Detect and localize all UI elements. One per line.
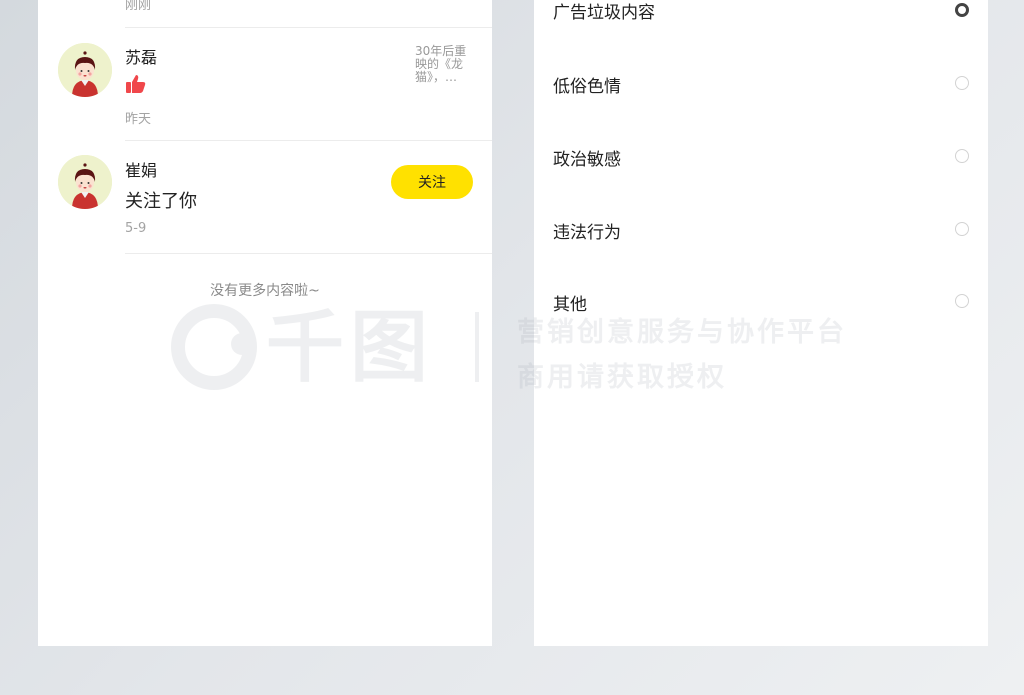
notification-list: 刚刚 苏磊 昨天 30年后重映的《龙猫》，… 崔娟 关注了你 5-9 关注 没有… — [38, 0, 492, 646]
row-divider — [125, 27, 492, 28]
report-options: 广告垃圾内容 低俗色情 政治敏感 违法行为 其他 — [534, 0, 988, 646]
report-option-other[interactable]: 其他 — [534, 290, 988, 330]
item-time: 5-9 — [125, 221, 147, 236]
item-time: 刚刚 — [125, 0, 152, 13]
report-option-vulgar[interactable]: 低俗色情 — [534, 72, 988, 112]
radio-button[interactable] — [955, 222, 969, 236]
row-divider — [125, 140, 492, 141]
item-time: 昨天 — [125, 112, 152, 127]
no-more-content: 没有更多内容啦~ — [210, 283, 320, 299]
avatar[interactable] — [58, 155, 112, 209]
report-option-ad[interactable]: 广告垃圾内容 — [534, 0, 988, 40]
avatar-illustration — [58, 155, 112, 209]
report-option-label: 低俗色情 — [553, 77, 621, 97]
avatar[interactable] — [58, 43, 112, 97]
report-option-illegal[interactable]: 违法行为 — [534, 218, 988, 258]
post-snippet[interactable]: 30年后重映的《龙猫》，… — [415, 45, 475, 84]
report-option-label: 违法行为 — [553, 223, 621, 243]
user-name[interactable]: 崔娟 — [125, 157, 157, 181]
radio-button[interactable] — [955, 76, 969, 90]
thumbs-up-icon — [125, 73, 147, 95]
report-option-political[interactable]: 政治敏感 — [534, 145, 988, 185]
row-divider — [125, 253, 492, 254]
radio-button[interactable] — [955, 294, 969, 308]
follow-button[interactable]: 关注 — [391, 165, 473, 199]
notification-message: 关注了你 — [125, 191, 197, 212]
avatar-illustration — [58, 43, 112, 97]
report-option-label: 广告垃圾内容 — [553, 3, 655, 23]
radio-button-selected[interactable] — [955, 3, 969, 17]
report-option-label: 其他 — [553, 295, 587, 315]
user-name[interactable]: 苏磊 — [125, 44, 157, 68]
radio-button[interactable] — [955, 149, 969, 163]
report-option-label: 政治敏感 — [553, 150, 621, 170]
